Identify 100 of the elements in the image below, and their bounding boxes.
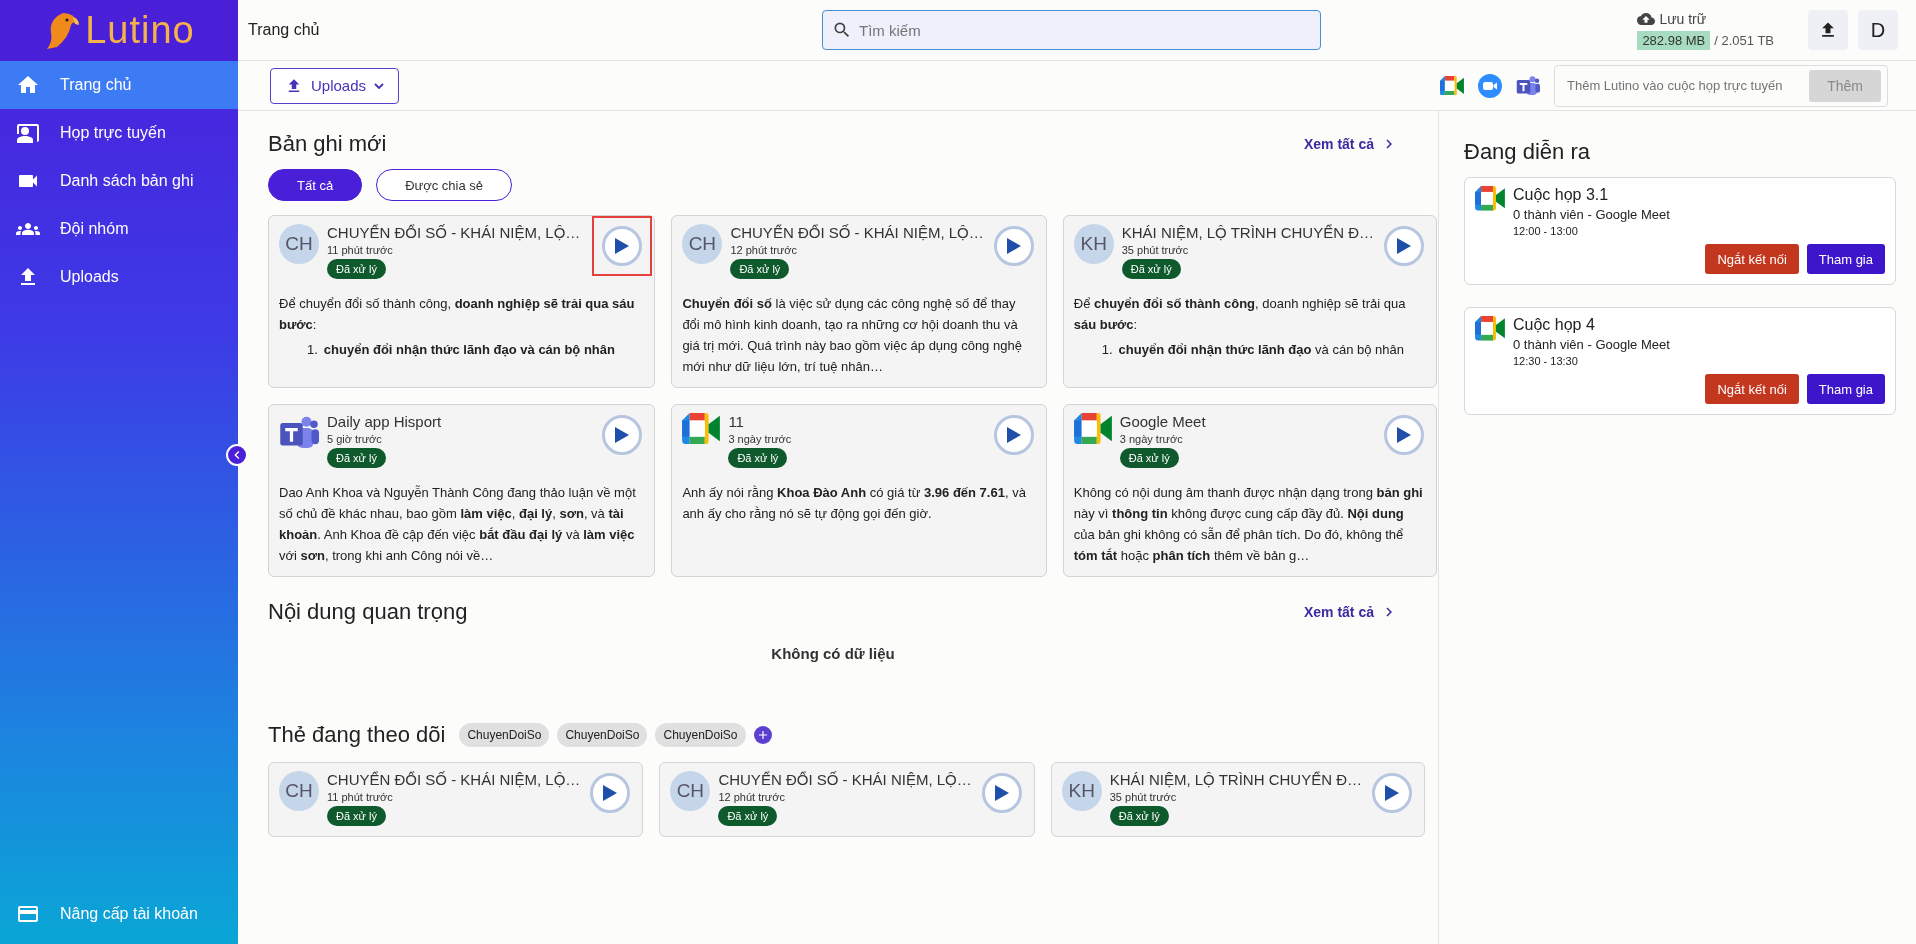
view-all-link[interactable]: Xem tất cả bbox=[1303, 603, 1398, 621]
avatar-initials: KH bbox=[1073, 224, 1114, 264]
breadcrumb: Trang chủ bbox=[248, 21, 321, 39]
recording-card[interactable] bbox=[268, 404, 656, 577]
tag-chip[interactable]: ChuyenDoiSo bbox=[655, 723, 746, 747]
play-icon bbox=[1396, 426, 1412, 444]
recording-time: 12 phút trước bbox=[730, 244, 797, 256]
presentation-icon bbox=[16, 121, 40, 145]
section-title: Đang diễn ra bbox=[1464, 139, 1590, 165]
recording-time: 12 phút trước bbox=[718, 791, 785, 803]
status-badge: Đã xử lý bbox=[327, 806, 386, 826]
recording-title: KHÁI NIỆM, LỘ TRÌNH CHUYỂN Đ… bbox=[1121, 224, 1374, 241]
recording-summary: Để chuyển đổi số thành công, doanh nghiệp sẽ trải qua sáu bước: bbox=[1073, 295, 1407, 334]
tag-chip[interactable]: ChuyenDoiSo bbox=[557, 723, 648, 747]
recording-title: Daily app Hisport bbox=[327, 413, 442, 430]
recording-card[interactable] bbox=[671, 215, 1047, 388]
nav-item[interactable]: Danh sách bản ghi bbox=[0, 157, 238, 205]
meeting-title: Cuộc họp 3.1 bbox=[1513, 186, 1610, 204]
recording-card[interactable]: CH CHUYỂN ĐỔI SỐ - KHÁI NIỆM, LỘ… 11 phút trước Đã xử lý bbox=[268, 762, 644, 837]
play-icon bbox=[1005, 237, 1022, 255]
avatar-initials: CH bbox=[279, 224, 319, 264]
recording-title: CHUYỂN ĐỔI SỐ - KHÁI NIỆM, LỘ… bbox=[327, 224, 581, 241]
play-button[interactable] bbox=[993, 226, 1034, 266]
tag-chip[interactable]: ChuyenDoiSo bbox=[459, 723, 550, 747]
recording-summary: Anh ấy nói rằng Khoa Đào Anh có giá từ 3.96 đến 7.61, và anh ấy cho rằng nó sẽ tự động gọi đến giờ. bbox=[682, 484, 1027, 523]
play-icon bbox=[1396, 237, 1412, 255]
recording-card[interactable]: CH CHUYỂN ĐỔI SỐ - KHÁI NIỆM, LỘ… 12 phút trước Đã xử lý bbox=[659, 762, 1035, 837]
play-icon bbox=[614, 237, 631, 255]
empty-message: Không có dữ liệu bbox=[770, 644, 896, 664]
video-camera-icon bbox=[1475, 186, 1505, 211]
recording-time: 3 ngày trước bbox=[1119, 433, 1183, 445]
video-camera-icon[interactable] bbox=[1478, 73, 1502, 98]
play-icon bbox=[1384, 784, 1400, 802]
join-button[interactable]: Tham gia bbox=[1806, 374, 1885, 404]
recording-card[interactable]: KH KHÁI NIỆM, LỘ TRÌNH CHUYỂN Đ… 35 phút trước Đã xử lý Để chuyển đổi số thành công, doanh nghiệp sẽ trải qua sáu bước: 1. chuyển đổi nhận thức lãnh đạo và cán bộ nhân bbox=[1062, 215, 1437, 388]
section-title: Thẻ đang theo dõi bbox=[268, 722, 446, 748]
status-badge: Đã xử lý bbox=[1121, 259, 1181, 279]
recording-summary: Dao Anh Khoa và Nguyễn Thành Công đang thảo luận về một số chủ đề khác nhau, bao gồm làm việc, đại lý, sơn, và tài khoản. Anh Khoa đề cập đến việc bắt đầu đại lý và làm việc với sơn, trong khi anh Công nói về… bbox=[279, 484, 637, 565]
play-button[interactable] bbox=[602, 415, 643, 455]
recording-time: 11 phút trước bbox=[327, 791, 393, 803]
meeting-subtitle: 0 thành viên - Google Meet bbox=[1513, 207, 1671, 222]
status-badge: Đã xử lý bbox=[730, 259, 790, 279]
view-all-link[interactable]: Xem tất cả bbox=[1303, 135, 1398, 153]
recording-title: CHUYỂN ĐỔI SỐ - KHÁI NIỆM, LỘ… bbox=[327, 771, 581, 788]
avatar-initials: KH bbox=[1061, 771, 1102, 811]
recording-card[interactable]: 11 3 ngày trước Đã xử lý Anh ấy nói rằng Khoa Đào Anh có giá từ 3.96 đến 7.61, và anh ấy cho rằng nó sẽ tự động gọi đến giờ. bbox=[671, 404, 1047, 577]
filter-tab[interactable]: Tất cả bbox=[268, 169, 363, 201]
play-button[interactable] bbox=[1372, 773, 1412, 813]
uploads-dropdown[interactable]: Uploads bbox=[270, 67, 400, 104]
recording-card[interactable]: CH CHUYỂN ĐỔI SỐ - KHÁI NIỆM, LỘ… 11 phút trước Đã xử lý Để chuyển đổi số thành công, doanh nghiệp sẽ trải qua sáu bước: 1. chuyển đổi nhận thức lãnh đạo và cán bộ nhân bbox=[268, 215, 656, 388]
video-camera-icon bbox=[1475, 316, 1505, 341]
recording-title: KHÁI NIỆM, LỘ TRÌNH CHUYỂN Đ… bbox=[1109, 771, 1362, 788]
recording-card[interactable] bbox=[1062, 404, 1437, 577]
logo-text: Lutino bbox=[85, 9, 195, 52]
play-button[interactable] bbox=[602, 226, 643, 266]
nav-item[interactable]: Đội nhóm bbox=[0, 205, 238, 253]
nav-item[interactable]: Họp trực tuyến bbox=[0, 109, 238, 157]
nav-item[interactable]: Trang chủ bbox=[0, 61, 238, 109]
play-button[interactable] bbox=[1384, 415, 1424, 455]
play-icon bbox=[1005, 426, 1022, 444]
status-badge: Đã xử lý bbox=[327, 259, 386, 279]
section-title: Bản ghi mới bbox=[268, 131, 387, 157]
recording-time: 3 ngày trước bbox=[728, 433, 792, 445]
meeting-time: 12:30 - 13:30 bbox=[1513, 355, 1579, 367]
play-button[interactable] bbox=[590, 773, 631, 813]
recording-card[interactable]: KH KHÁI NIỆM, LỘ TRÌNH CHUYỂN Đ… 35 phút trước Đã xử lý bbox=[1050, 762, 1425, 837]
list-text: chuyển đổi nhận thức lãnh đạo và cán bộ nhân bbox=[1118, 341, 1404, 359]
disconnect-button[interactable]: Ngắt kết nối bbox=[1705, 244, 1799, 274]
play-icon bbox=[993, 784, 1010, 802]
recording-title: CHUYỂN ĐỔI SỐ - KHÁI NIỆM, LỘ… bbox=[718, 771, 972, 788]
status-badge: Đã xử lý bbox=[1119, 448, 1179, 468]
search-field[interactable]: Tìm kiếm bbox=[822, 10, 1321, 50]
upload-button[interactable] bbox=[1808, 10, 1848, 50]
recording-time: 35 phút trước bbox=[1121, 244, 1189, 256]
meeting-title: Cuộc họp 4 bbox=[1513, 316, 1596, 334]
recording-summary: Không có nội dung âm thanh được nhận dạng trong bản ghi này vì thông tin không được cung cấp đầy đủ. Nội dung của bản ghi không có sẵn để phân tích. Do đó, không thể tóm tắt hoặc phân tích thêm về bản g… bbox=[1073, 484, 1424, 565]
avatar-initials: CH bbox=[279, 771, 319, 811]
recording-time: 11 phút trước bbox=[327, 244, 393, 256]
join-button[interactable]: Tham gia bbox=[1806, 244, 1885, 274]
meeting-time: 12:00 - 13:00 bbox=[1513, 225, 1579, 237]
nav-item[interactable]: Uploads bbox=[0, 253, 238, 301]
storage-total: / 2.051 TB bbox=[1714, 33, 1774, 48]
status-badge: Đã xử lý bbox=[327, 448, 386, 468]
people-icon[interactable] bbox=[1516, 73, 1540, 98]
list-number: 1. bbox=[1101, 341, 1113, 359]
filter-tab[interactable]: Được chia sẻ bbox=[376, 169, 513, 201]
video-camera-icon bbox=[682, 413, 721, 445]
avatar-button[interactable]: D bbox=[1858, 10, 1898, 50]
disconnect-button[interactable]: Ngắt kết nối bbox=[1705, 374, 1799, 404]
collapse-button[interactable] bbox=[226, 444, 248, 466]
play-button[interactable] bbox=[993, 415, 1034, 455]
recording-time: 5 giờ trước bbox=[327, 433, 382, 445]
avatar-initials: CH bbox=[682, 224, 723, 264]
video-camera-icon[interactable] bbox=[1440, 75, 1464, 96]
recording-title: Google Meet bbox=[1119, 413, 1206, 430]
play-button[interactable] bbox=[1384, 226, 1424, 266]
recording-title: CHUYỂN ĐỔI SỐ - KHÁI NIỆM, LỘ… bbox=[730, 224, 984, 241]
list-text: chuyển đổi nhận thức lãnh đạo và cán bộ nhân bbox=[323, 341, 615, 359]
add-tag-button[interactable] bbox=[753, 726, 772, 744]
play-button[interactable] bbox=[981, 773, 1022, 813]
